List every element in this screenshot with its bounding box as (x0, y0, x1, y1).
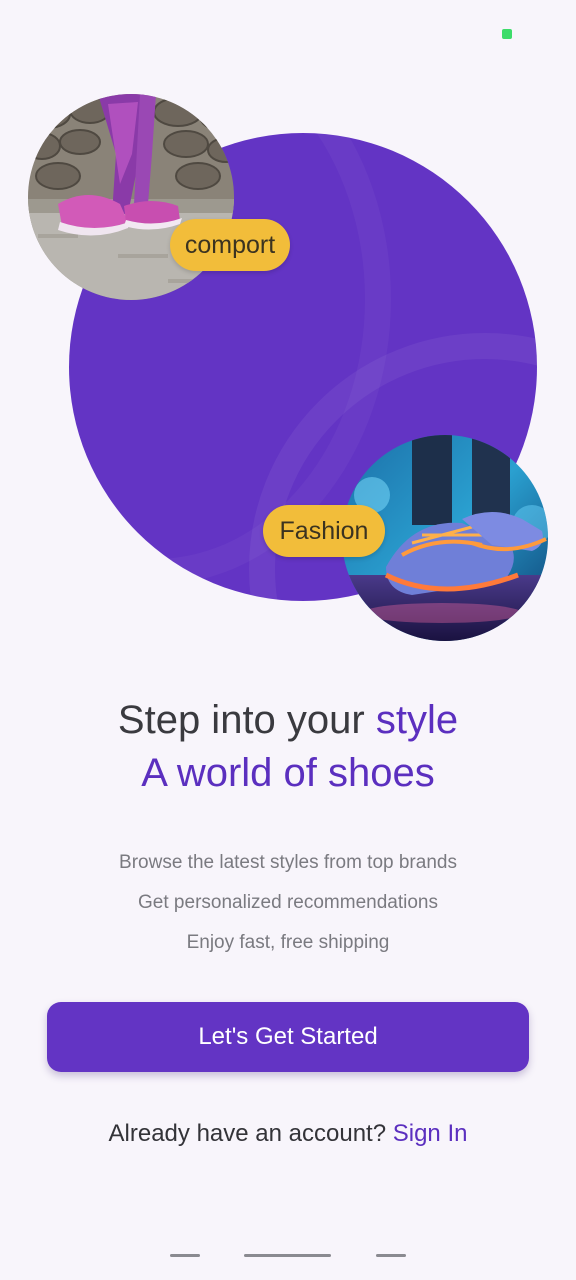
nav-home-icon[interactable] (244, 1254, 331, 1257)
feature-item: Browse the latest styles from top brands (119, 852, 457, 873)
nav-back-icon[interactable] (170, 1254, 200, 1257)
feature-list: Browse the latest styles from top brands… (0, 846, 576, 966)
feature-item: Get personalized recommendations (138, 892, 438, 913)
feature-item: Enjoy fast, free shipping (186, 932, 390, 953)
headline-line-1-accent: style (375, 698, 459, 742)
headline-line-1: Step into your style (0, 694, 576, 747)
tag-fashion: Fashion (263, 505, 385, 557)
signin-prompt-text: Already have an account? (108, 1120, 393, 1147)
headline-line-1-plain: Step into your (117, 698, 376, 742)
sign-in-link[interactable]: Sign In (393, 1120, 468, 1147)
hero-illustration: comport Fashion (0, 90, 576, 650)
tag-comport: comport (170, 219, 290, 271)
system-nav-bar (0, 1250, 576, 1264)
status-bar (0, 0, 576, 64)
nav-recents-icon[interactable] (376, 1254, 406, 1257)
signin-prompt-row: Already have an account? Sign In (0, 1120, 576, 1148)
get-started-button[interactable]: Let's Get Started (47, 1002, 529, 1072)
battery-indicator-icon (502, 29, 512, 39)
headline: Step into your style A world of shoes (0, 694, 576, 800)
headline-line-2: A world of shoes (141, 751, 435, 795)
